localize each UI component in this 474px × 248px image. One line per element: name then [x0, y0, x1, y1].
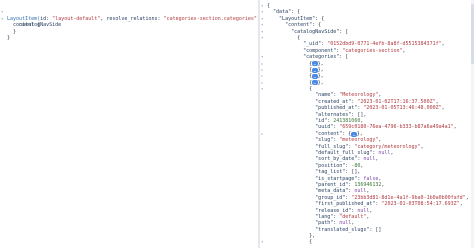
json-key: "content" [315, 130, 343, 137]
json-punct: }, [309, 233, 316, 240]
json-value: [] [375, 226, 382, 233]
json-punct: { [297, 34, 301, 41]
json-null: null [357, 207, 370, 214]
json-punct: : [ [339, 28, 349, 35]
json-key: "LayoutItem" [279, 15, 316, 22]
json-value: [], [351, 169, 361, 176]
json-punct: }, [317, 73, 324, 80]
json-key: "slug" [315, 137, 334, 144]
json-key: "id" [315, 118, 328, 125]
json-key: "group_id" [315, 194, 346, 201]
json-key: "uuid" [315, 124, 334, 131]
json-key: "position" [315, 162, 346, 169]
json-key: "name" [315, 92, 334, 99]
query-punct: } [7, 34, 11, 41]
json-key: "release_id" [315, 207, 352, 214]
json-key: "path" [315, 220, 334, 227]
json-key: "tag_list" [315, 169, 346, 176]
code-line: } [0, 29, 258, 41]
json-string: "23bb3d81-8d1e-4a1f-9ba0-1b0a0b00fafd" [351, 194, 466, 201]
collapse-arrow-icon[interactable]: ▾ [261, 239, 266, 245]
json-key: "parent_id" [315, 181, 349, 188]
result-viewer[interactable]: ▾{ ▾ "data": { ▾ "LayoutItem": { ▾ "cont… [260, 0, 474, 248]
json-punct: { [309, 239, 313, 246]
json-null: null [339, 220, 352, 227]
json-bool: false [363, 175, 379, 182]
json-string: "2023-01-02T17:16:37.500Z" [357, 98, 436, 105]
json-string: "categories-section" [342, 47, 403, 54]
json-key: "is_startpage" [315, 175, 358, 182]
json-string: "0152dbd9-0771-4efb-8a8f-d5515384371f" [327, 41, 442, 48]
json-key: "alternates" [315, 111, 352, 118]
json-null: null [363, 156, 376, 163]
json-key: "full_slug" [315, 143, 349, 150]
json-key: "_uid" [303, 41, 322, 48]
json-punct: : { [312, 22, 322, 29]
json-number: -80 [351, 162, 361, 169]
json-key: "first_published_at" [315, 201, 376, 208]
json-punct: , [441, 41, 445, 48]
json-key: "data" [273, 9, 292, 16]
json-punct: }, [317, 60, 324, 67]
json-string: "659c0180-76ea-4796-b333-b87a6a49a4a1" [339, 124, 454, 131]
json-string: "2023-01-03T08:54:17.693Z" [381, 201, 460, 208]
json-punct: , [402, 47, 406, 54]
json-punct: : [ [339, 54, 349, 61]
query-code: ▾ LayoutItem(id: "layout-default", resol… [0, 3, 258, 41]
json-key: "sort_by_date" [315, 156, 358, 163]
json-punct: }, [317, 79, 324, 86]
json-key: "translated_slugs" [315, 226, 370, 233]
json-string: "2023-01-05T13:46:48.000Z" [363, 105, 442, 112]
json-key: "published_at" [315, 105, 358, 112]
json-punct: }, [356, 130, 363, 137]
json-key: "component" [303, 47, 337, 54]
json-string: "meteorology" [339, 137, 379, 144]
result-code: ▾{ ▾ "data": { ▾ "LayoutItem": { ▾ "cont… [261, 3, 469, 246]
json-string: "category/meteorology" [354, 143, 421, 150]
json-string: "Meteorology" [339, 92, 379, 99]
json-key: "catalogNavSide" [291, 28, 340, 35]
json-punct: : { [315, 15, 325, 22]
json-key: "content" [285, 22, 313, 29]
json-null: null [354, 188, 367, 195]
json-string: "default" [339, 213, 367, 220]
json-key: "created_at" [315, 98, 352, 105]
json-punct: { [309, 86, 313, 93]
json-key: "categories" [303, 54, 340, 61]
json-key: "default_full_slug" [315, 149, 373, 156]
json-key: "lang" [315, 213, 334, 220]
json-value: [], [357, 111, 367, 118]
json-number: 136946132 [354, 181, 382, 188]
json-punct: : { [291, 9, 301, 16]
json-null: null [378, 149, 391, 156]
query-editor[interactable]: ▾ LayoutItem(id: "layout-default", resol… [0, 0, 258, 248]
json-key: "meta_data" [315, 188, 349, 195]
json-punct: }, [317, 66, 324, 73]
json-number: 241381060 [333, 118, 361, 125]
